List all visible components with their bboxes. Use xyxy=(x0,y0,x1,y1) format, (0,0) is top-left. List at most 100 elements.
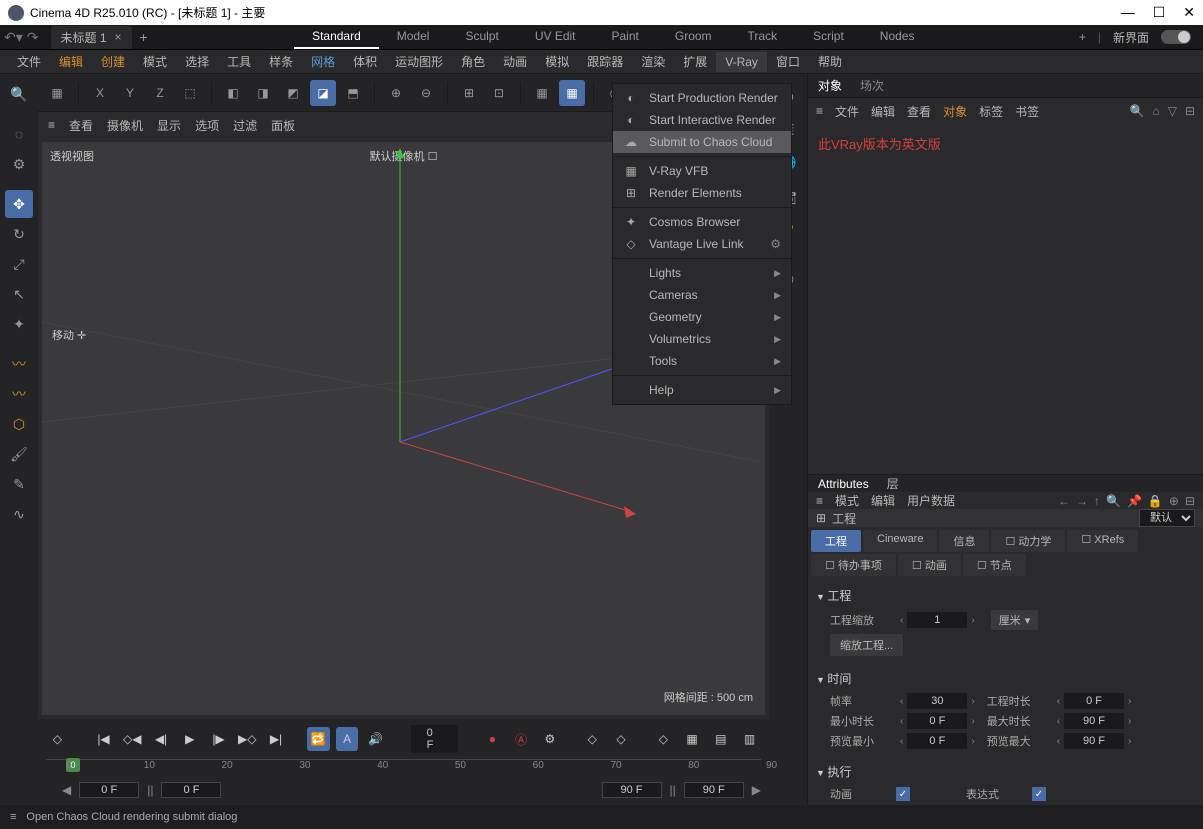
add-layout-button[interactable]: + xyxy=(1079,30,1086,44)
mag2-icon[interactable]: ⊖ xyxy=(413,80,439,106)
vp-filter[interactable]: 过滤 xyxy=(233,117,257,134)
next-frame-button[interactable]: |▶ xyxy=(207,727,230,751)
attr-tab-todo[interactable]: ☐ 待办事项 xyxy=(811,554,896,576)
scale-project-button[interactable]: 缩放工程... xyxy=(830,634,903,656)
om-filter-icon[interactable]: ▽ xyxy=(1168,104,1177,118)
max-dec[interactable]: ‹ xyxy=(1053,716,1064,727)
vray-item[interactable]: ▦V-Ray VFB xyxy=(613,160,791,182)
section-exec[interactable]: 执行 xyxy=(816,759,1195,784)
attr-edit[interactable]: 编辑 xyxy=(871,492,895,509)
attr-tab-cineware[interactable]: Cineware xyxy=(863,530,937,552)
attr-tab-nodes[interactable]: ☐ 节点 xyxy=(963,554,1026,576)
axis-z-button[interactable]: Z xyxy=(147,80,173,106)
menu-工具[interactable]: 工具 xyxy=(218,50,260,73)
cube1-icon[interactable]: ◧ xyxy=(220,80,246,106)
prevmax-input[interactable] xyxy=(1064,733,1124,749)
prevmax-inc[interactable]: › xyxy=(1124,736,1135,747)
vp-display[interactable]: 显示 xyxy=(157,117,181,134)
menu-帮助[interactable]: 帮助 xyxy=(809,50,851,73)
om-close-icon[interactable]: ⊟ xyxy=(1185,104,1195,118)
menu-窗口[interactable]: 窗口 xyxy=(767,50,809,73)
vray-item[interactable]: Lights▶ xyxy=(613,262,791,284)
brush1-tool[interactable]: 〰 xyxy=(5,350,33,378)
mode-tab-paint[interactable]: Paint xyxy=(594,25,657,49)
unit-select[interactable]: 厘米▾ xyxy=(991,610,1039,630)
auto-button[interactable]: A xyxy=(336,727,359,751)
arrow-tool[interactable]: ↖ xyxy=(5,280,33,308)
brush3-tool[interactable]: ⬡ xyxy=(5,410,33,438)
key-opt6[interactable]: ▤ xyxy=(709,727,732,751)
cube4-icon[interactable]: ◪ xyxy=(310,80,336,106)
search-tool[interactable]: 🔍 xyxy=(5,80,33,108)
mode-tab-standard[interactable]: Standard xyxy=(294,25,379,49)
max-inc[interactable]: › xyxy=(1124,716,1135,727)
redo-button[interactable]: ↷ xyxy=(27,29,39,46)
om-edit[interactable]: 编辑 xyxy=(871,103,895,120)
scale-input[interactable] xyxy=(907,612,967,628)
max-input[interactable] xyxy=(1064,713,1124,729)
attr-new-icon[interactable]: ⊕ xyxy=(1169,494,1179,508)
vray-item[interactable]: ◐Start Production Render xyxy=(613,87,791,109)
vray-item[interactable]: ⊞Render Elements xyxy=(613,182,791,204)
om-search-icon[interactable]: 🔍 xyxy=(1130,104,1145,118)
mode-tab-uv edit[interactable]: UV Edit xyxy=(517,25,594,49)
menu-模拟[interactable]: 模拟 xyxy=(536,50,578,73)
scale-inc[interactable]: › xyxy=(967,615,978,626)
expr-check[interactable]: ✓ xyxy=(1032,787,1046,801)
mag1-icon[interactable]: ⊕ xyxy=(383,80,409,106)
om-file[interactable]: 文件 xyxy=(835,103,859,120)
menu-文件[interactable]: 文件 xyxy=(8,50,50,73)
cube5-icon[interactable]: ⬒ xyxy=(340,80,366,106)
vray-item[interactable]: ◐Start Interactive Render xyxy=(613,109,791,131)
grid2-icon[interactable]: ▦ xyxy=(559,80,585,106)
vp-panel[interactable]: 面板 xyxy=(271,117,295,134)
menu-动画[interactable]: 动画 xyxy=(494,50,536,73)
attr-search-icon[interactable]: 🔍 xyxy=(1106,494,1121,508)
status-hamburger-icon[interactable]: ≡ xyxy=(10,811,16,823)
menu-模式[interactable]: 模式 xyxy=(134,50,176,73)
preset-select[interactable]: 默认 xyxy=(1139,509,1195,527)
axis-x-button[interactable]: X xyxy=(87,80,113,106)
range-end2-input[interactable] xyxy=(684,782,744,798)
record-button[interactable]: ● xyxy=(481,727,504,751)
move-tool[interactable]: ✥ xyxy=(5,190,33,218)
current-frame[interactable]: 0 F xyxy=(411,725,458,753)
brush2-tool[interactable]: 〰 xyxy=(5,380,33,408)
fps-inc[interactable]: › xyxy=(967,696,978,707)
play-button[interactable]: ▶ xyxy=(178,727,201,751)
anim-check[interactable]: ✓ xyxy=(896,787,910,801)
mode-tab-nodes[interactable]: Nodes xyxy=(862,25,933,49)
close-tab-icon[interactable]: × xyxy=(115,30,122,44)
attr-hamburger-icon[interactable]: ≡ xyxy=(816,494,823,508)
prev-frame-button[interactable]: ◀| xyxy=(150,727,173,751)
spline-tool[interactable]: ∿ xyxy=(5,500,33,528)
prevmax-dec[interactable]: ‹ xyxy=(1053,736,1064,747)
prevmin-input[interactable] xyxy=(907,733,967,749)
live-select-tool[interactable]: ◌ xyxy=(5,120,33,148)
min-inc[interactable]: › xyxy=(967,716,978,727)
new-ui-toggle[interactable] xyxy=(1161,30,1191,44)
gear-icon[interactable]: ⚙ xyxy=(770,237,781,251)
min-input[interactable] xyxy=(907,713,967,729)
autokey-button[interactable]: Ⓐ xyxy=(510,727,533,751)
dur-inc[interactable]: › xyxy=(1124,696,1135,707)
multi-tool[interactable]: ✦ xyxy=(5,310,33,338)
prevmin-inc[interactable]: › xyxy=(967,736,978,747)
attr-close-icon[interactable]: ⊟ xyxy=(1185,494,1195,508)
snap1-icon[interactable]: ⊞ xyxy=(456,80,482,106)
attr-pin-icon[interactable]: 📌 xyxy=(1127,494,1142,508)
key-opt1[interactable]: ⚙ xyxy=(539,727,562,751)
dur-input[interactable] xyxy=(1064,693,1124,709)
attr-back-icon[interactable]: ← xyxy=(1058,494,1070,508)
minimize-button[interactable]: — xyxy=(1121,4,1135,21)
om-bookmarks[interactable]: 书签 xyxy=(1015,103,1039,120)
hamburger-icon[interactable]: ≡ xyxy=(48,118,55,132)
attr-userdata[interactable]: 用户数据 xyxy=(907,492,955,509)
attr-tab-project[interactable]: 工程 xyxy=(811,530,861,552)
om-tags[interactable]: 标签 xyxy=(979,103,1003,120)
axis-y-button[interactable]: Y xyxy=(117,80,143,106)
document-tab[interactable]: 未标题 1 × xyxy=(51,26,132,49)
vray-item[interactable]: Volumetrics▶ xyxy=(613,328,791,350)
add-tab-button[interactable]: + xyxy=(140,29,148,45)
goto-start-button[interactable]: |◀ xyxy=(92,727,115,751)
